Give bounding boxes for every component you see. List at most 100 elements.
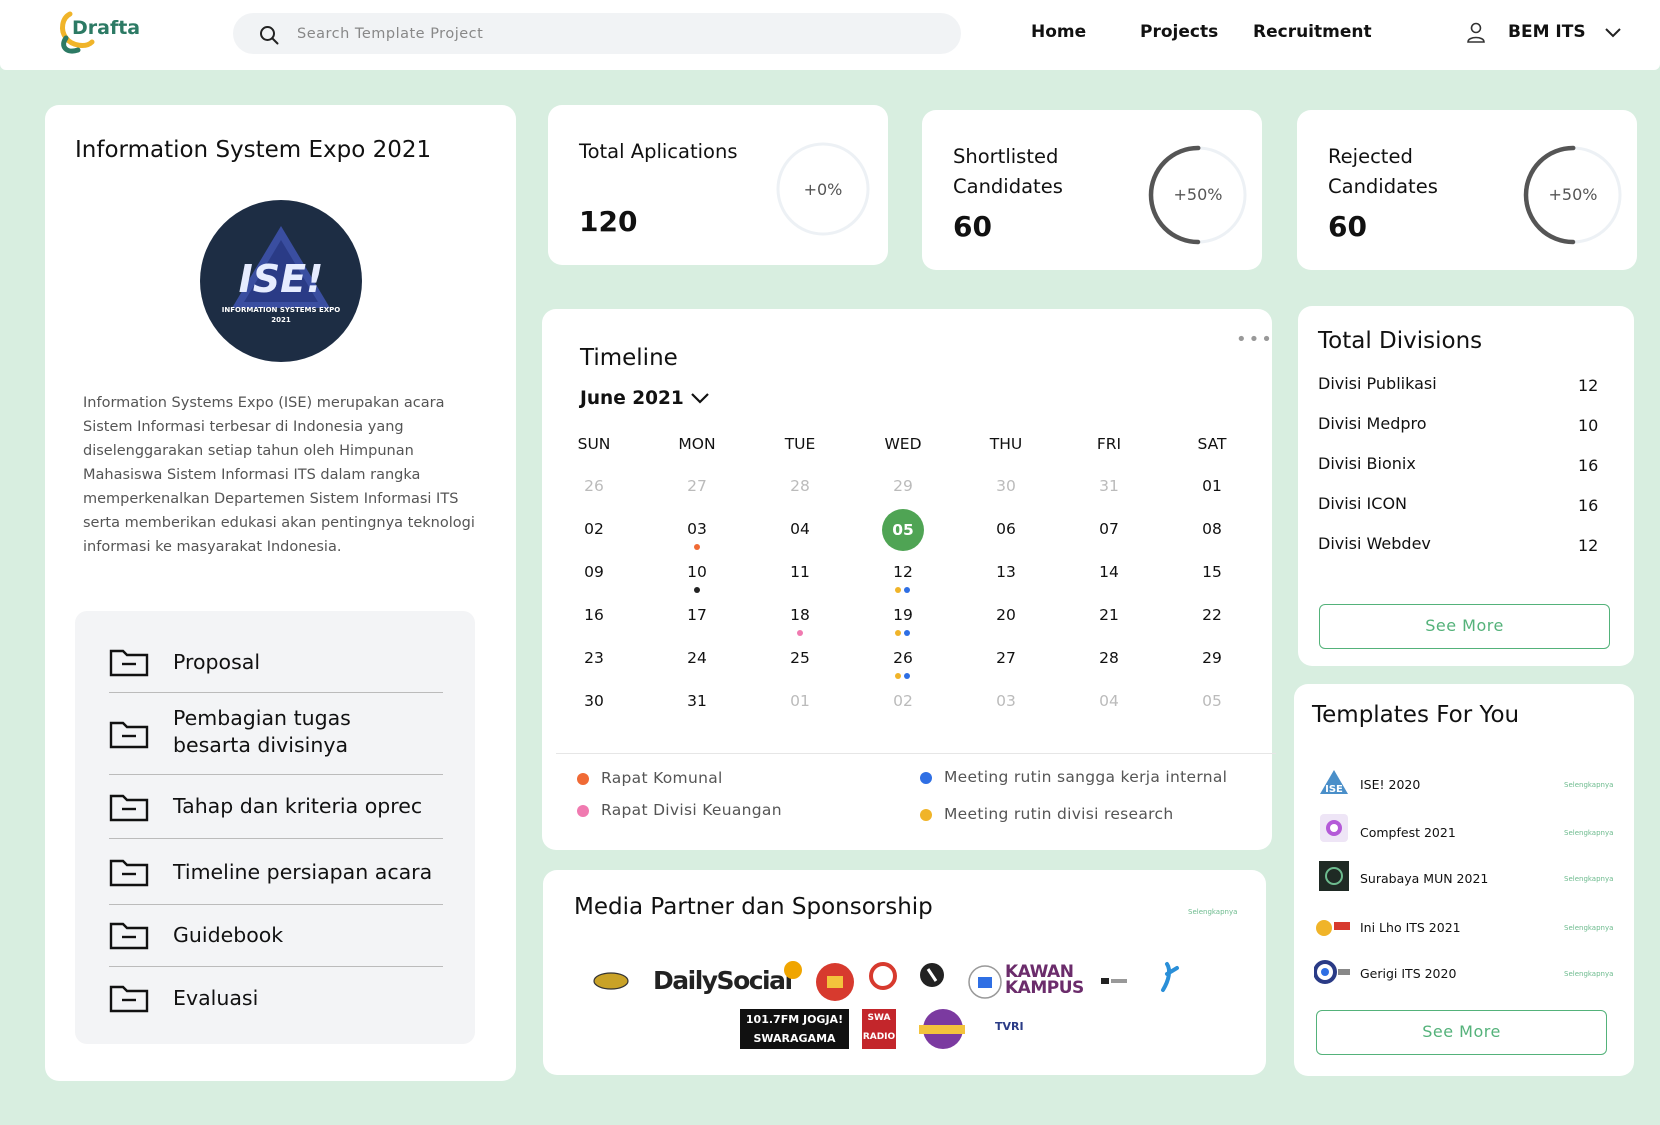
template-more-link[interactable]: Selengkapnya [1564, 970, 1613, 978]
folder-label: Pembagian tugas besarta divisinya [173, 706, 351, 757]
folder-list: Proposal Pembagian tugas besarta divisin… [75, 611, 475, 1044]
calendar-day[interactable]: 18 [770, 606, 830, 624]
calendar-day[interactable]: 05 [1182, 692, 1242, 710]
stat-card-rejected: Rejected Candidates 60 +50% [1297, 110, 1637, 270]
chevron-down-icon[interactable] [690, 391, 710, 405]
media-see-all-link[interactable]: Selengkapnya [1188, 908, 1237, 916]
calendar-day[interactable]: 17 [667, 606, 727, 624]
folder-icon [109, 859, 149, 887]
calendar-day[interactable]: 26 [564, 477, 624, 495]
stat-change: +50% [1548, 185, 1598, 204]
template-name[interactable]: Gerigi ITS 2020 [1360, 966, 1456, 981]
folder-item-timeline-persiapan[interactable]: Timeline persiapan acara [109, 839, 443, 905]
folder-item-guidebook[interactable]: Guidebook [109, 905, 443, 967]
templates-card: Templates For You ISE ISE! 2020 Selengka… [1294, 684, 1634, 1076]
template-name[interactable]: Surabaya MUN 2021 [1360, 871, 1488, 886]
weekday-header: TUE [784, 435, 816, 453]
calendar-day[interactable]: 24 [667, 649, 727, 667]
user-icon[interactable] [1466, 22, 1486, 44]
template-name[interactable]: Compfest 2021 [1360, 825, 1456, 840]
search-icon [260, 26, 279, 45]
calendar-day[interactable]: 30 [564, 692, 624, 710]
calendar-day[interactable]: 16 [564, 606, 624, 624]
divisions-see-more-button[interactable]: See More [1319, 604, 1610, 649]
calendar-day[interactable]: 29 [873, 477, 933, 495]
template-more-link[interactable]: Selengkapnya [1564, 829, 1613, 837]
calendar-day-today[interactable]: 05 [882, 509, 924, 551]
more-options-icon[interactable]: ••• [1236, 329, 1274, 350]
calendar-day[interactable]: 28 [1079, 649, 1139, 667]
folder-icon [109, 922, 149, 950]
calendar-day[interactable]: 25 [770, 649, 830, 667]
calendar-day[interactable]: 08 [1182, 520, 1242, 538]
calendar-day[interactable]: 03 [976, 692, 1036, 710]
legend-label: Meeting rutin sangga kerja internal [944, 768, 1228, 786]
calendar-day[interactable]: 13 [976, 563, 1036, 581]
folder-label: Tahap dan kriteria oprec [173, 794, 423, 818]
calendar-day[interactable]: 04 [770, 520, 830, 538]
calendar-day[interactable]: 20 [976, 606, 1036, 624]
calendar-day[interactable]: 14 [1079, 563, 1139, 581]
calendar-day[interactable]: 10 [667, 563, 727, 581]
calendar-day[interactable]: 31 [667, 692, 727, 710]
template-more-link[interactable]: Selengkapnya [1564, 924, 1613, 932]
division-count: 16 [1578, 496, 1599, 515]
calendar-day[interactable]: 11 [770, 563, 830, 581]
calendar-day[interactable]: 28 [770, 477, 830, 495]
template-name[interactable]: ISE! 2020 [1360, 777, 1420, 792]
search-bar[interactable]: Search Template Project [233, 13, 961, 54]
nav-recruitment[interactable]: Recruitment [1253, 22, 1372, 42]
legend-label: Rapat Komunal [601, 769, 723, 787]
legend-dot [920, 772, 932, 784]
month-selector[interactable]: June 2021 [580, 388, 684, 409]
calendar-day[interactable]: 29 [1182, 649, 1242, 667]
calendar-day[interactable]: 27 [976, 649, 1036, 667]
calendar-day[interactable]: 21 [1079, 606, 1139, 624]
calendar-day[interactable]: 01 [1182, 477, 1242, 495]
logo-text[interactable]: Drafta [72, 17, 140, 39]
calendar-day[interactable]: 19 [873, 606, 933, 624]
calendar-day[interactable]: 27 [667, 477, 727, 495]
calendar-day[interactable]: 07 [1079, 520, 1139, 538]
calendar-day[interactable]: 09 [564, 563, 624, 581]
timeline-title: Timeline [580, 345, 678, 371]
legend-dot [577, 773, 589, 785]
calendar-day[interactable]: 02 [564, 520, 624, 538]
template-more-link[interactable]: Selengkapnya [1564, 875, 1613, 883]
calendar-day[interactable]: 06 [976, 520, 1036, 538]
user-name[interactable]: BEM ITS [1508, 22, 1586, 42]
folder-item-proposal[interactable]: Proposal [109, 631, 443, 693]
legend-label: Meeting rutin divisi research [944, 805, 1174, 823]
calendar-day[interactable]: 01 [770, 692, 830, 710]
legend-dot [577, 805, 589, 817]
calendar-day[interactable]: 12 [873, 563, 933, 581]
folder-item-evaluasi[interactable]: Evaluasi [109, 967, 443, 1029]
divisions-title: Total Divisions [1318, 328, 1483, 354]
partner-badge-id [784, 961, 802, 979]
division-name: Divisi ICON [1318, 494, 1407, 513]
chevron-down-icon[interactable] [1604, 26, 1622, 38]
calendar-day[interactable]: 03 [667, 520, 727, 538]
calendar-day[interactable]: 15 [1182, 563, 1242, 581]
calendar-day[interactable]: 02 [873, 692, 933, 710]
partner-logo-3 [869, 962, 897, 990]
templates-see-more-button[interactable]: See More [1316, 1010, 1607, 1055]
stat-value: 60 [1328, 210, 1367, 243]
division-name: Divisi Bionix [1318, 454, 1416, 473]
nav-projects[interactable]: Projects [1140, 22, 1218, 42]
calendar-day[interactable]: 23 [564, 649, 624, 667]
folder-item-pembagian-tugas[interactable]: Pembagian tugas besarta divisinya [109, 693, 443, 775]
nav-home[interactable]: Home [1031, 22, 1086, 42]
calendar-day[interactable]: 22 [1182, 606, 1242, 624]
template-ise-icon: ISE [1320, 770, 1348, 795]
calendar-day[interactable]: 26 [873, 649, 933, 667]
calendar-day[interactable]: 31 [1079, 477, 1139, 495]
weekday-header: WED [884, 435, 922, 453]
event-dot [904, 673, 910, 679]
folder-item-tahap-kriteria[interactable]: Tahap dan kriteria oprec [109, 775, 443, 839]
template-name[interactable]: Ini Lho ITS 2021 [1360, 920, 1461, 935]
template-more-link[interactable]: Selengkapnya [1564, 781, 1613, 789]
weekday-header: THU [989, 435, 1023, 453]
calendar-day[interactable]: 04 [1079, 692, 1139, 710]
calendar-day[interactable]: 30 [976, 477, 1036, 495]
